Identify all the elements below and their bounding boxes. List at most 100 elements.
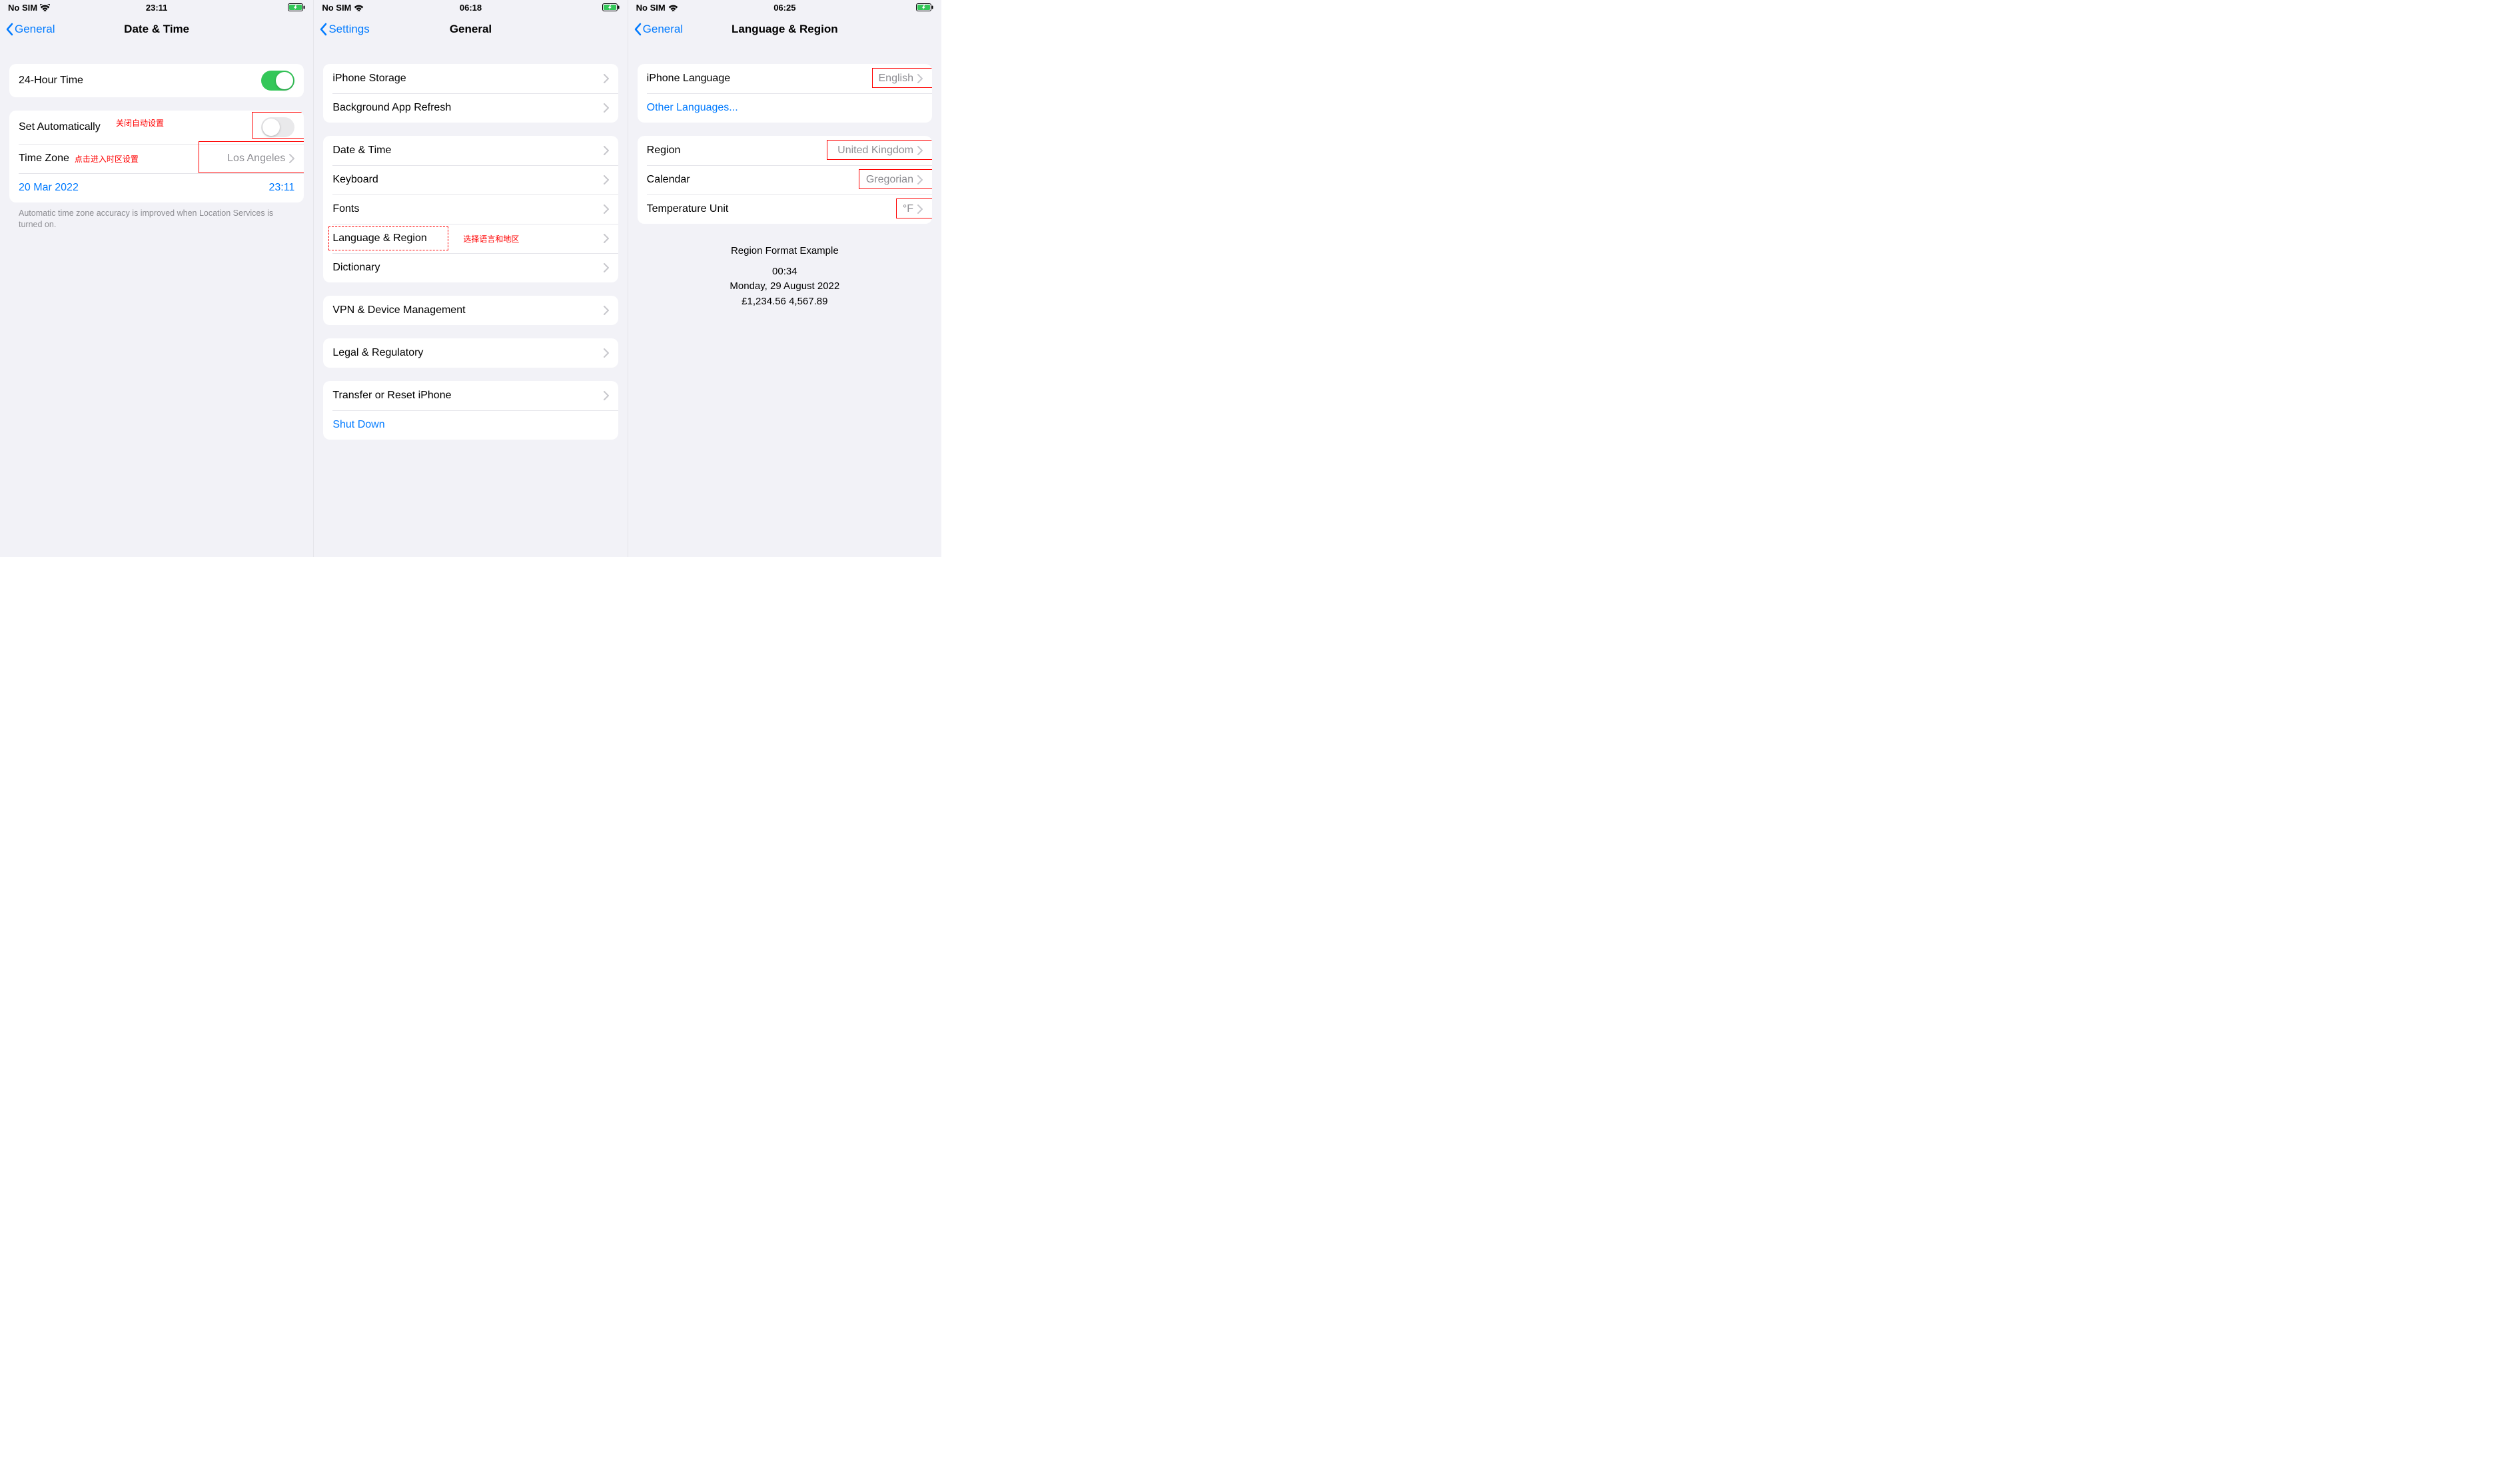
row-time-zone[interactable]: Time Zone 点击进入时区设置 Los Angeles [9,144,304,173]
row-value: English [879,73,913,85]
row-24-hour-time: 24-Hour Time [9,64,304,97]
nav-bar: Settings General [314,15,627,44]
row-vpn-device-management[interactable]: VPN & Device Management [323,296,618,325]
toggle-set-automatically[interactable] [261,117,294,137]
chevron-right-icon [604,74,609,83]
row-label: Calendar [647,174,866,186]
back-label: General [15,23,55,36]
row-label: 24-Hour Time [19,75,261,87]
wifi-icon [668,4,678,11]
row-legal-regulatory[interactable]: Legal & Regulatory [323,338,618,368]
row-label: Other Languages... [647,102,923,114]
back-button[interactable]: General [5,23,55,36]
example-header: Region Format Example [638,244,932,259]
status-bar: No SIM 06:25 [628,0,941,15]
battery-charging-icon [288,3,305,11]
chevron-left-icon [634,23,642,36]
chevron-left-icon [319,23,327,36]
chevron-right-icon [604,103,609,113]
status-bar: No SIM 06:18 [314,0,627,15]
row-temperature-unit[interactable]: Temperature Unit °F [638,194,932,224]
row-set-automatically: Set Automatically 关闭自动设置 [9,111,304,144]
annotation-language: 选择语言和地区 [463,233,519,244]
wifi-icon [40,4,50,11]
row-other-languages[interactable]: Other Languages... [638,93,932,123]
row-region[interactable]: Region United Kingdom [638,136,932,165]
status-time: 06:25 [773,3,795,13]
row-label: Shut Down [332,419,608,431]
row-label: Background App Refresh [332,102,603,114]
back-label: General [643,23,683,36]
row-shut-down[interactable]: Shut Down [323,410,618,440]
status-carrier: No SIM [636,3,666,13]
chevron-right-icon [917,204,923,214]
row-dictionary[interactable]: Dictionary [323,253,618,282]
nav-bar: General Date & Time [0,15,313,44]
date-value[interactable]: 20 Mar 2022 [19,182,79,194]
chevron-right-icon [289,154,294,163]
row-value: United Kingdom [837,145,913,157]
battery-charging-icon [602,3,620,11]
example-numbers: £1,234.56 4,567.89 [638,294,932,310]
status-carrier: No SIM [322,3,351,13]
status-bar: No SIM 23:11 [0,0,313,15]
row-label: Keyboard [332,174,603,186]
row-label: VPN & Device Management [332,304,603,316]
row-label: Dictionary [332,262,603,274]
chevron-right-icon [604,306,609,315]
chevron-left-icon [5,23,13,36]
row-date-time-display[interactable]: 20 Mar 2022 23:11 [9,173,304,202]
row-label: iPhone Storage [332,73,603,85]
status-carrier: No SIM [8,3,37,13]
footer-note: Automatic time zone accuracy is improved… [9,202,304,230]
row-language-region[interactable]: Language & Region 选择语言和地区 [323,224,618,253]
row-label: Time Zone [19,153,69,165]
chevron-right-icon [604,175,609,185]
chevron-right-icon [604,263,609,272]
row-calendar[interactable]: Calendar Gregorian [638,165,932,194]
chevron-right-icon [604,146,609,155]
row-value: °F [903,203,913,215]
example-date: Monday, 29 August 2022 [638,279,932,294]
chevron-right-icon [604,348,609,358]
row-iphone-language[interactable]: iPhone Language English [638,64,932,93]
back-button[interactable]: Settings [319,23,369,36]
back-label: Settings [328,23,369,36]
annotation-auto: 关闭自动设置 [116,117,164,129]
row-label: Transfer or Reset iPhone [332,390,603,402]
row-date-time[interactable]: Date & Time [323,136,618,165]
chevron-right-icon [917,175,923,185]
nav-bar: General Language & Region [628,15,941,44]
row-label: Temperature Unit [647,203,903,215]
row-label: Fonts [332,203,603,215]
chevron-right-icon [604,391,609,400]
page-title: Language & Region [732,23,838,36]
row-transfer-reset[interactable]: Transfer or Reset iPhone [323,381,618,410]
battery-charging-icon [916,3,933,11]
row-label: iPhone Language [647,73,879,85]
row-fonts[interactable]: Fonts [323,194,618,224]
row-value: Gregorian [866,174,913,186]
page-title: General [450,23,492,36]
screen-general: No SIM 06:18 Settings General [314,0,628,557]
status-time: 23:11 [146,3,168,13]
page-title: Date & Time [124,23,189,36]
row-label: Legal & Regulatory [332,347,603,359]
screen-language-region: No SIM 06:25 General Language & Region [628,0,941,557]
screen-date-time: No SIM 23:11 General Date & Time [0,0,314,557]
back-button[interactable]: General [634,23,683,36]
region-format-example: Region Format Example 00:34 Monday, 29 A… [638,244,932,309]
time-value[interactable]: 23:11 [268,182,294,194]
row-background-app-refresh[interactable]: Background App Refresh [323,93,618,123]
row-value: Los Angeles [227,153,285,165]
row-label: Date & Time [332,145,603,157]
chevron-right-icon [917,146,923,155]
row-keyboard[interactable]: Keyboard [323,165,618,194]
example-time: 00:34 [638,264,932,280]
row-iphone-storage[interactable]: iPhone Storage [323,64,618,93]
toggle-24-hour[interactable] [261,71,294,91]
chevron-right-icon [604,204,609,214]
annotation-timezone: 点击进入时区设置 [75,153,227,165]
status-time: 06:18 [460,3,482,13]
chevron-right-icon [917,74,923,83]
